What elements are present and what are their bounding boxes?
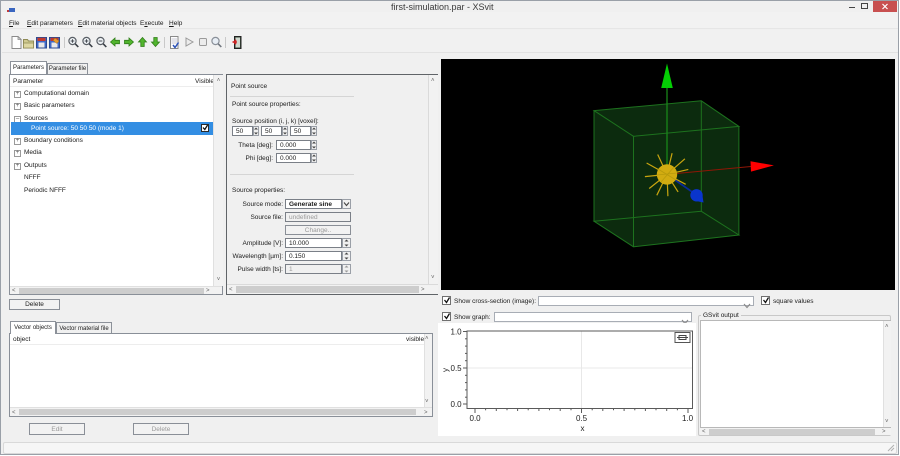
svg-text:0.0: 0.0 xyxy=(451,400,463,409)
svg-text:x: x xyxy=(581,424,585,433)
svg-text:0.5: 0.5 xyxy=(576,414,588,423)
svg-text:y: y xyxy=(441,368,450,372)
svg-text:0.0: 0.0 xyxy=(470,414,482,423)
svg-text:1.0: 1.0 xyxy=(451,328,463,337)
svg-text:0.5: 0.5 xyxy=(451,364,463,373)
svg-text:1.0: 1.0 xyxy=(682,414,694,423)
